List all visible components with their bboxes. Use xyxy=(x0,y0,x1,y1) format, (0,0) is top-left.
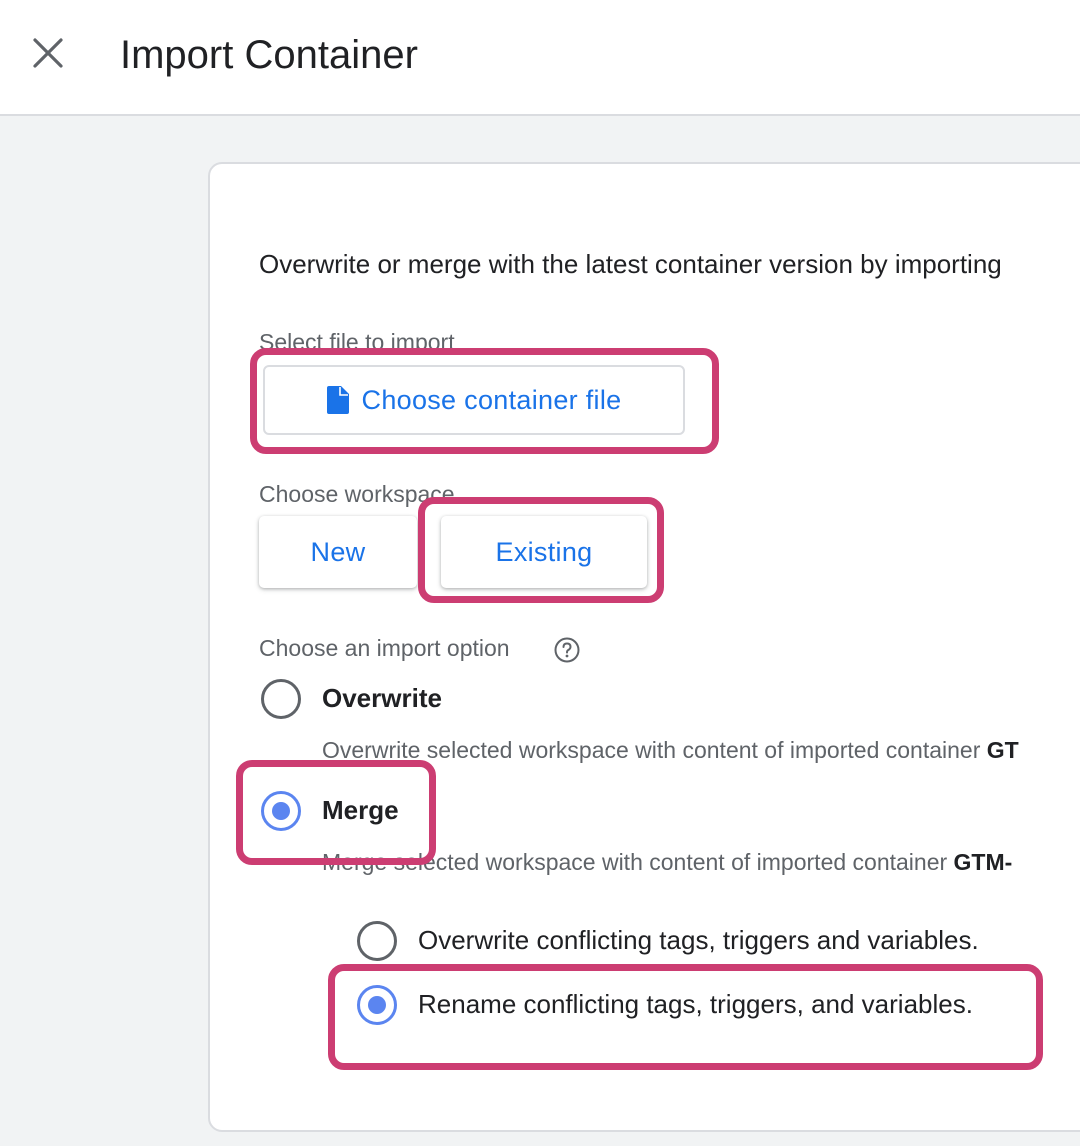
page-title: Import Container xyxy=(120,33,418,77)
merge-description: Merge selected workspace with content of… xyxy=(322,848,1012,876)
choose-container-file-label: Choose container file xyxy=(361,384,622,415)
close-button[interactable] xyxy=(28,33,68,73)
import-option-label: Choose an import option xyxy=(259,635,510,661)
overwrite-description: Overwrite selected workspace with conten… xyxy=(322,736,1019,764)
overwrite-option-label: Overwrite xyxy=(322,683,442,713)
rename-conflicting-label: Rename conflicting tags, triggers, and v… xyxy=(418,989,973,1019)
choose-container-file-button[interactable]: Choose container file xyxy=(263,365,685,435)
import-card: Overwrite or merge with the latest conta… xyxy=(208,162,1080,1132)
existing-workspace-button[interactable]: Existing xyxy=(441,516,647,588)
overwrite-radio[interactable] xyxy=(261,679,301,719)
close-icon xyxy=(33,38,63,68)
help-icon[interactable] xyxy=(554,637,580,663)
select-file-label: Select file to import xyxy=(259,329,455,355)
overwrite-conflicting-radio[interactable] xyxy=(357,921,397,961)
choose-workspace-label: Choose workspace xyxy=(259,481,455,507)
new-workspace-button[interactable]: New xyxy=(259,516,417,588)
rename-conflicting-radio[interactable] xyxy=(357,985,397,1025)
overwrite-description-text: Overwrite selected workspace with conten… xyxy=(322,737,981,763)
overwrite-conflicting-label: Overwrite conflicting tags, triggers and… xyxy=(418,925,979,955)
file-icon xyxy=(326,386,349,414)
top-bar: Import Container xyxy=(0,0,1080,116)
merge-radio[interactable] xyxy=(261,791,301,831)
merge-option-label: Merge xyxy=(322,795,399,825)
merge-container-id: GTM- xyxy=(953,849,1013,875)
intro-text: Overwrite or merge with the latest conta… xyxy=(259,249,1002,279)
merge-description-text: Merge selected workspace with content of… xyxy=(322,849,948,875)
overwrite-container-id: GT xyxy=(986,737,1019,763)
